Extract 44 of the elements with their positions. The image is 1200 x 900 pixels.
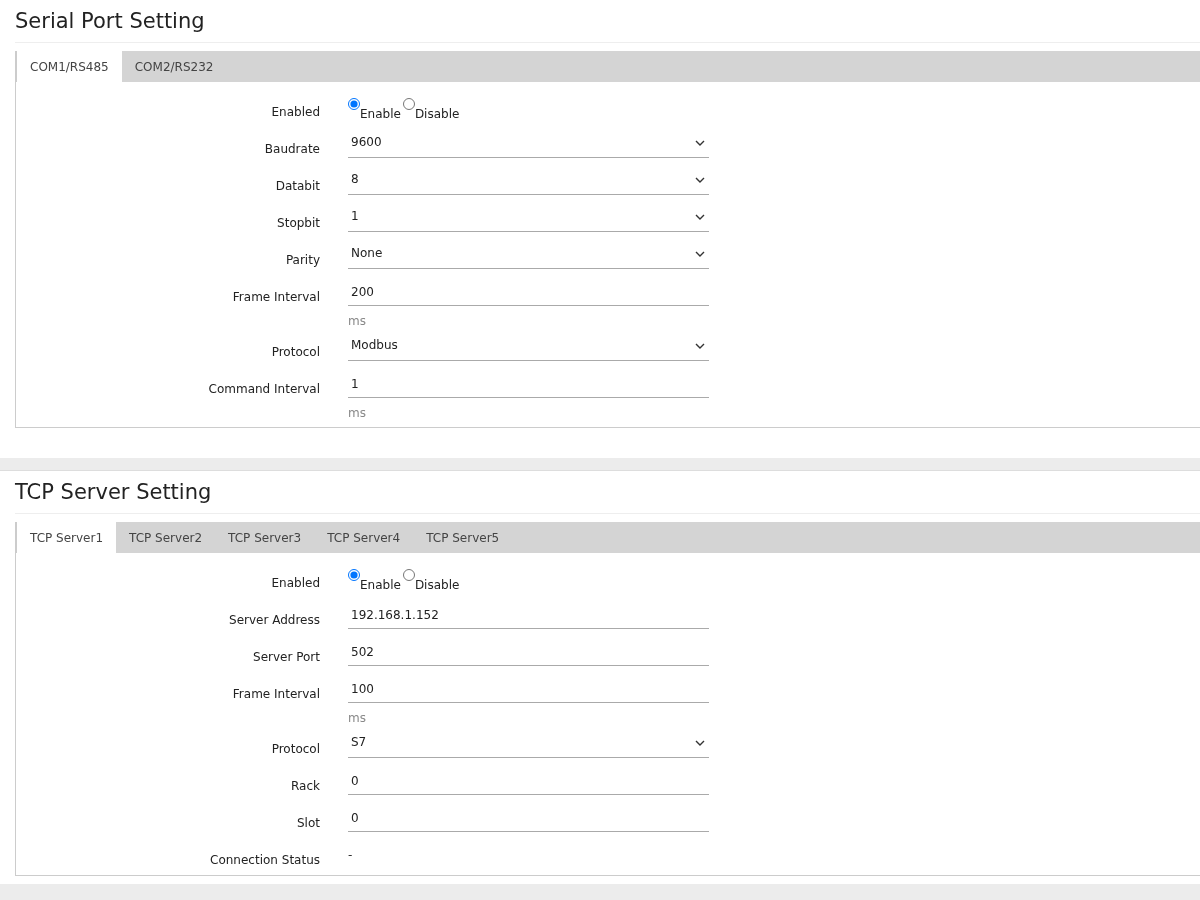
- radio-label: Enable: [360, 577, 401, 595]
- field-label: Stopbit: [276, 215, 321, 233]
- input-field[interactable]: 100: [348, 676, 709, 704]
- tab[interactable]: COM2/RS232: [121, 51, 227, 83]
- tab[interactable]: TCP Server1: [16, 522, 117, 554]
- field-label: Connection Status: [209, 852, 321, 870]
- tab[interactable]: TCP Server5: [413, 522, 513, 554]
- section-title: TCP Server Setting: [15, 479, 1200, 515]
- field-label: Server Port: [252, 649, 321, 667]
- radio-button[interactable]: [348, 98, 360, 111]
- field-label: Protocol: [270, 344, 321, 362]
- field-label: Frame Interval: [231, 686, 321, 704]
- tab[interactable]: TCP Server3: [215, 522, 315, 554]
- tab[interactable]: COM1/RS485: [16, 51, 122, 83]
- input-field[interactable]: 0: [348, 768, 709, 796]
- field-label: Slot: [296, 815, 321, 833]
- field-label: Enabled: [270, 575, 321, 593]
- field-label: Enabled: [270, 104, 321, 122]
- radio-label: Disable: [414, 577, 460, 595]
- section-title: Serial Port Setting: [15, 8, 1200, 44]
- field-label: Parity: [284, 252, 321, 270]
- radio-label: Enable: [360, 106, 401, 124]
- status-value: -: [348, 847, 353, 865]
- tab[interactable]: TCP Server2: [116, 522, 216, 554]
- field-label: Rack: [290, 778, 321, 796]
- unit-label: ms: [348, 405, 367, 423]
- radio-button[interactable]: [402, 98, 415, 111]
- field-label: Baudrate: [263, 141, 321, 159]
- radio-button[interactable]: [348, 569, 360, 582]
- input-field[interactable]: 200: [348, 279, 709, 307]
- field-label: Command Interval: [207, 381, 321, 399]
- input-field[interactable]: 0: [348, 805, 709, 833]
- field-label: Frame Interval: [231, 289, 321, 307]
- radio-label: Disable: [414, 106, 460, 124]
- tab[interactable]: TCP Server4: [314, 522, 414, 554]
- field-label: Protocol: [270, 741, 321, 759]
- unit-label: ms: [348, 710, 367, 728]
- field-label: Databit: [274, 178, 321, 196]
- input-field[interactable]: 502: [348, 639, 709, 667]
- input-field[interactable]: 192.168.1.152: [348, 602, 709, 630]
- radio-button[interactable]: [402, 569, 415, 582]
- field-label: Server Address: [228, 612, 321, 630]
- input-field[interactable]: 1: [348, 371, 709, 399]
- unit-label: ms: [348, 313, 367, 331]
